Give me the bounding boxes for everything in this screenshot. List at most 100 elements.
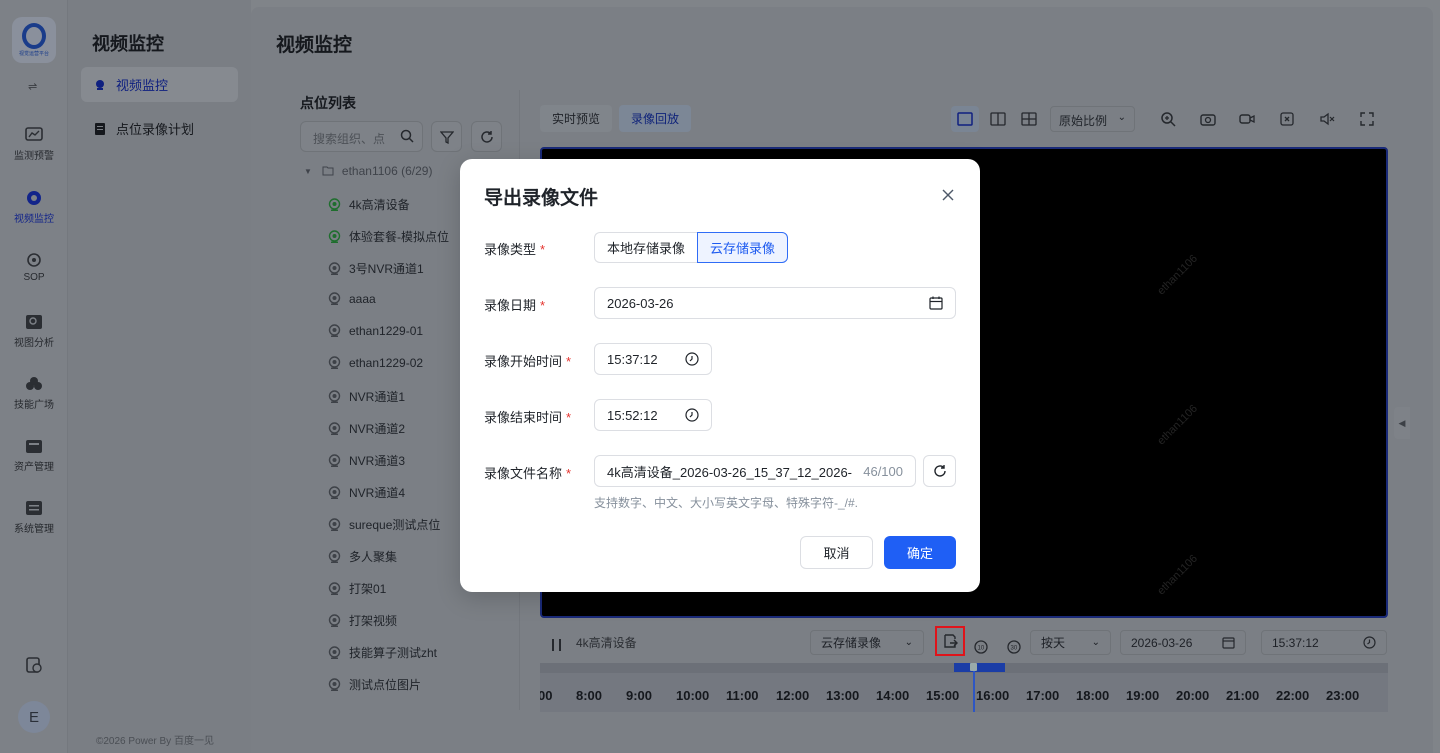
- pause-button[interactable]: [551, 632, 563, 657]
- tree-search-input[interactable]: 搜索组织、点: [300, 121, 423, 152]
- rail-item-label: 技能广场: [14, 400, 54, 411]
- timeline-hour-label: 21:00: [1226, 688, 1260, 703]
- device-name: 4k高清设备: [576, 636, 637, 650]
- forward-30-button[interactable]: 30: [1006, 634, 1022, 659]
- name-label: 录像文件名称 *: [484, 463, 571, 482]
- tree-item[interactable]: NVR通道4: [328, 484, 405, 501]
- sidebar-item-record-plan[interactable]: 点位录像计划: [81, 111, 238, 146]
- filter-icon: [439, 130, 454, 144]
- rail-item-system[interactable]: 系统管理: [0, 500, 68, 535]
- clock-icon: [685, 408, 699, 422]
- camera-point-icon: [328, 292, 341, 305]
- tree-item-label: 测试点位图片: [349, 678, 422, 692]
- regenerate-name-button[interactable]: [923, 455, 956, 487]
- tree-item[interactable]: ethan1229-02: [328, 356, 423, 370]
- tree-item-label: 3号NVR通道1: [349, 262, 424, 276]
- close-icon[interactable]: [940, 187, 956, 203]
- tree-item[interactable]: 3号NVR通道1: [328, 260, 424, 277]
- date-value: 2026-03-26: [1131, 635, 1193, 650]
- timeline[interactable]: 00 8:00 9:00 10:00 11:00 12:00 13:00 14:00 15:00…: [540, 663, 1388, 712]
- granularity-select[interactable]: 按天 ⌄: [1030, 630, 1111, 655]
- rail-item-skills[interactable]: 技能广场: [0, 376, 68, 411]
- avatar[interactable]: E: [18, 701, 50, 733]
- tree-item[interactable]: 体验套餐-模拟点位: [328, 228, 449, 245]
- tree-item[interactable]: 技能算子测试zht: [328, 644, 437, 661]
- tree-item[interactable]: 打架视频: [328, 612, 397, 629]
- pause-icon: [552, 638, 561, 651]
- rail-item-video[interactable]: 视频监控: [0, 190, 68, 225]
- timeline-hour-label: 22:00: [1276, 688, 1310, 703]
- tree-item-label: NVR通道4: [349, 486, 406, 500]
- history-icon[interactable]: [25, 656, 43, 674]
- clock-icon: [1363, 636, 1376, 649]
- tree-item[interactable]: 多人聚集: [328, 548, 397, 565]
- file-name-hint: 支持数字、中文、大小写英文字母、特殊字符-_/#.: [594, 496, 859, 510]
- zoom-in-button[interactable]: [1158, 106, 1178, 132]
- tree-item[interactable]: aaaa: [328, 292, 376, 306]
- collapse-right-icon[interactable]: ◀: [1394, 407, 1410, 439]
- tab-live-preview[interactable]: 实时预览: [540, 105, 613, 132]
- fullscreen-button[interactable]: [1357, 106, 1377, 132]
- sub-sidebar: 视频监控 视频监控 点位录像计划 ©2026 Power By 百度一见: [68, 0, 251, 753]
- end-time-value: 15:52:12: [607, 407, 658, 423]
- tree-item[interactable]: NVR通道3: [328, 452, 405, 469]
- app-logo[interactable]: 视觉运营平台: [12, 17, 56, 63]
- tree-item[interactable]: 4k高清设备: [328, 196, 410, 213]
- camera-point-icon: [328, 645, 341, 659]
- tree-item[interactable]: sureque测试点位: [328, 516, 440, 533]
- timeline-hour-label: 00: [540, 688, 553, 703]
- cancel-button[interactable]: 取消: [800, 536, 873, 569]
- video-record-icon: [1239, 114, 1255, 124]
- rail-item-assets[interactable]: 资产管理: [0, 438, 68, 473]
- start-time-field[interactable]: 15:37:12: [594, 343, 712, 375]
- end-label: 录像结束时间 *: [484, 407, 571, 426]
- tree-item[interactable]: 测试点位图片: [328, 676, 421, 693]
- rail-item-label: 视图分析: [14, 338, 54, 349]
- svg-text:30: 30: [1011, 645, 1018, 651]
- refresh-tree-button[interactable]: [471, 121, 502, 152]
- tree-item[interactable]: NVR通道1: [328, 388, 405, 405]
- sidebar-item-video-monitor[interactable]: 视频监控: [81, 67, 238, 102]
- rail-item-analysis[interactable]: 视图分析: [0, 314, 68, 349]
- type-option-cloud[interactable]: 云存储录像: [697, 232, 789, 263]
- layout-single-button[interactable]: [951, 106, 979, 132]
- storage-select[interactable]: 云存储录像 ⌄: [810, 630, 924, 655]
- logo-text: 视觉运营平台: [18, 51, 49, 57]
- tree-item[interactable]: ethan1229-01: [328, 324, 423, 338]
- page-title: 视频监控: [276, 35, 353, 56]
- date-field[interactable]: 2026-03-26: [594, 287, 956, 319]
- rail-item-monitor[interactable]: 监测预警: [0, 127, 68, 162]
- close-stream-button[interactable]: [1277, 106, 1297, 132]
- date-picker[interactable]: 2026-03-26: [1120, 630, 1246, 655]
- ratio-select[interactable]: 原始比例 ⌄: [1050, 106, 1135, 132]
- tree-item[interactable]: 打架01: [328, 580, 386, 597]
- file-name-input[interactable]: 4k高清设备_2026-03-26_15_37_12_2026-0 46/100: [594, 455, 916, 487]
- mute-button[interactable]: [1317, 106, 1337, 132]
- timeline-cursor[interactable]: [973, 665, 975, 712]
- camera-point-icon: [328, 229, 341, 243]
- tree-item-label: 技能算子测试zht: [349, 646, 438, 660]
- layout-two-button[interactable]: [984, 106, 1012, 132]
- filter-button[interactable]: [431, 121, 462, 152]
- end-time-field[interactable]: 15:52:12: [594, 399, 712, 431]
- time-picker[interactable]: 15:37:12: [1261, 630, 1387, 655]
- confirm-button[interactable]: 确定: [884, 536, 956, 569]
- snapshot-button[interactable]: [1198, 106, 1218, 132]
- timeline-hour-label: 15:00: [926, 688, 960, 703]
- export-button[interactable]: [935, 626, 965, 656]
- rail-collapse-icon[interactable]: ⇌: [28, 80, 37, 93]
- rewind-10-button[interactable]: 10: [973, 634, 989, 659]
- timeline-knob[interactable]: [970, 663, 977, 671]
- ratio-value: 原始比例: [1059, 114, 1108, 128]
- layout-four-button[interactable]: [1015, 106, 1043, 132]
- search-icon[interactable]: [400, 129, 414, 143]
- type-option-local[interactable]: 本地存储录像: [594, 232, 698, 263]
- record-button[interactable]: [1237, 106, 1257, 132]
- timeline-hour-label: 13:00: [826, 688, 860, 703]
- rail-item-sop[interactable]: SOP: [0, 252, 68, 283]
- tab-playback[interactable]: 录像回放: [619, 105, 692, 132]
- tree-group[interactable]: ▼ ethan1106 (6/29): [304, 164, 432, 178]
- export-dialog: 导出录像文件 录像类型 * 本地存储录像 云存储录像 录像日期 * 2026-03-…: [460, 159, 980, 592]
- sop-icon: [27, 253, 41, 267]
- tree-item[interactable]: NVR通道2: [328, 420, 405, 437]
